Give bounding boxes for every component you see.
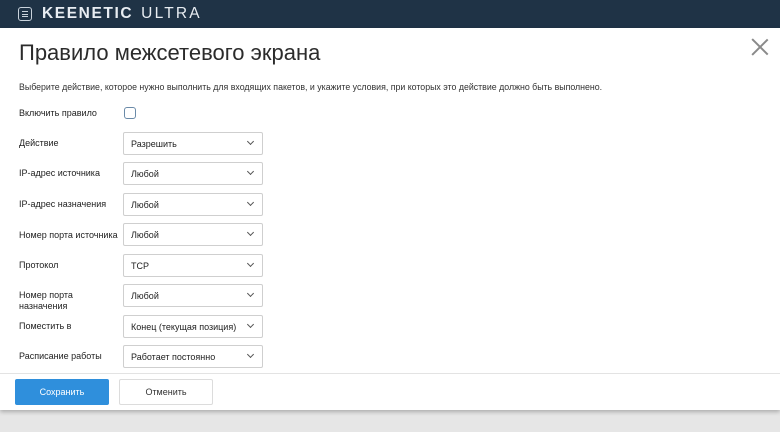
chevron-down-icon xyxy=(246,350,255,359)
action-select[interactable]: Разрешить xyxy=(123,132,263,155)
source-port-value: Любой xyxy=(131,229,159,240)
source-ip-value: Любой xyxy=(131,168,159,179)
protocol-value: TCP xyxy=(131,260,149,271)
cancel-button[interactable]: Отменить xyxy=(119,379,213,405)
dialog-title: Правило межсетевого экрана xyxy=(19,40,321,65)
place-in-select[interactable]: Конец (текущая позиция) xyxy=(123,315,263,338)
top-navigation-bar: KEENETIC ULTRA xyxy=(0,0,780,28)
enable-rule-label: Включить правило xyxy=(19,108,97,118)
schedule-label: Расписание работы xyxy=(19,351,102,361)
enable-rule-checkbox[interactable] xyxy=(124,107,136,119)
source-port-select[interactable]: Любой xyxy=(123,223,263,246)
dest-port-label-line1: Номер порта xyxy=(19,290,73,300)
brand-primary: KEENETIC xyxy=(42,5,134,22)
source-ip-label: IP-адрес источника xyxy=(19,168,100,178)
brand-logo: KEENETIC ULTRA xyxy=(42,5,202,23)
action-label: Действие xyxy=(19,138,59,148)
chevron-down-icon xyxy=(246,137,255,146)
dest-ip-label: IP-адрес назначения xyxy=(19,199,107,209)
save-button[interactable]: Сохранить xyxy=(15,379,109,405)
chevron-down-icon xyxy=(246,259,255,268)
chevron-down-icon xyxy=(246,320,255,329)
dest-port-label: Номер порта назначения xyxy=(19,290,73,312)
chevron-down-icon xyxy=(246,167,255,176)
schedule-select[interactable]: Работает постоянно xyxy=(123,345,263,368)
brand-secondary: ULTRA xyxy=(141,5,202,22)
dest-ip-value: Любой xyxy=(131,199,159,210)
dest-port-label-line2: назначения xyxy=(19,301,68,311)
source-ip-select[interactable]: Любой xyxy=(123,162,263,185)
dest-ip-select[interactable]: Любой xyxy=(123,193,263,216)
protocol-label: Протокол xyxy=(19,260,59,270)
menu-icon[interactable] xyxy=(18,7,32,21)
schedule-value: Работает постоянно xyxy=(131,351,216,362)
dialog-footer: Сохранить Отменить xyxy=(0,373,780,410)
action-value: Разрешить xyxy=(131,138,177,149)
chevron-down-icon xyxy=(246,198,255,207)
chevron-down-icon xyxy=(246,289,255,298)
dest-port-select[interactable]: Любой xyxy=(123,284,263,307)
source-port-label: Номер порта источника xyxy=(19,230,118,240)
firewall-rule-dialog: Правило межсетевого экрана Выберите дейс… xyxy=(0,28,780,410)
chevron-down-icon xyxy=(246,228,255,237)
protocol-select[interactable]: TCP xyxy=(123,254,263,277)
dest-port-value: Любой xyxy=(131,290,159,301)
place-in-label: Поместить в xyxy=(19,321,72,331)
close-icon[interactable] xyxy=(751,38,769,56)
background-page-strip xyxy=(0,432,780,438)
place-in-value: Конец (текущая позиция) xyxy=(131,321,237,332)
dialog-description: Выберите действие, которое нужно выполни… xyxy=(19,82,603,92)
